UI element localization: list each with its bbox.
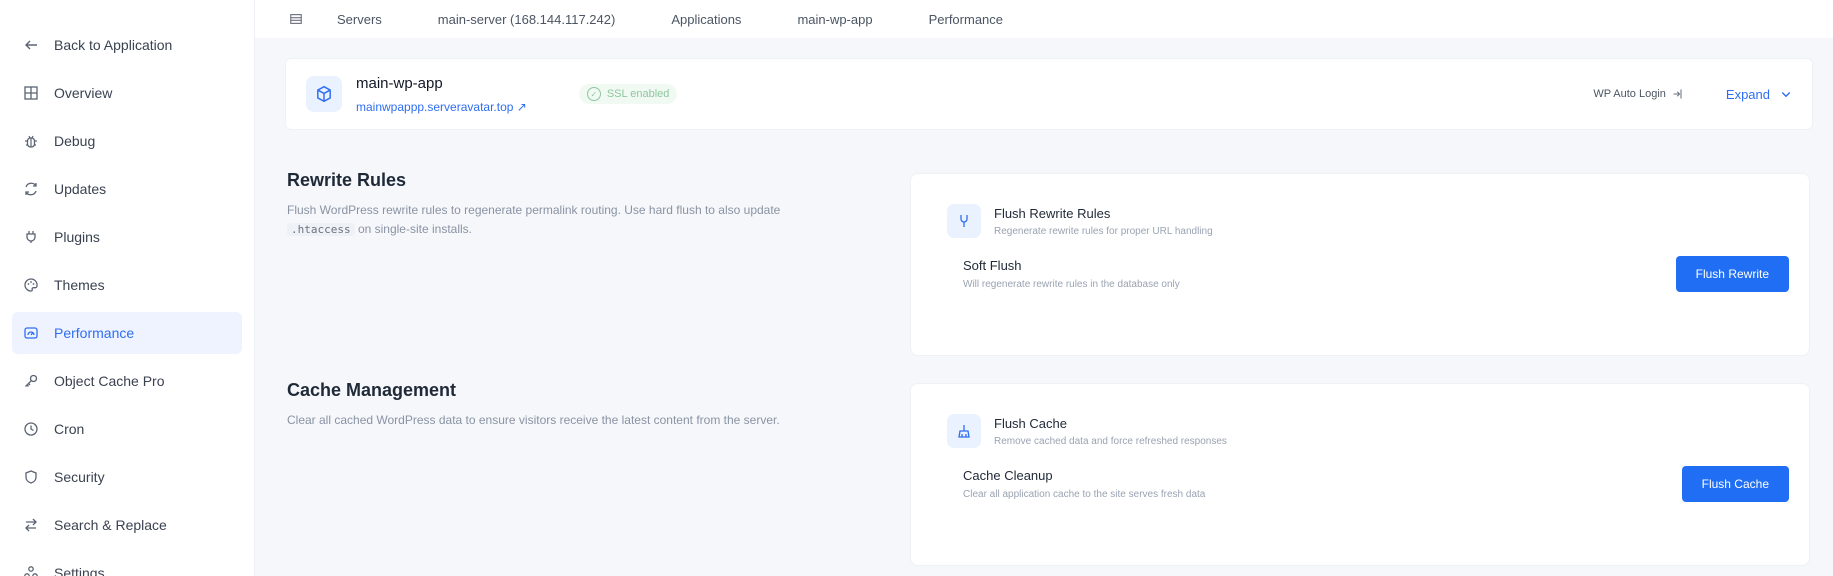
autologin-label: WP Auto Login	[1593, 88, 1666, 100]
arrow-left-icon	[22, 36, 40, 54]
flush-rewrite-button[interactable]: Flush Rewrite	[1675, 256, 1789, 292]
card-header: Flush Rewrite Rules Regenerate rewrite r…	[911, 174, 1809, 238]
application-header: main-wp-app mainwpappp.serveravatar.top …	[285, 58, 1813, 130]
row-info: Soft Flush Will regenerate rewrite rules…	[963, 258, 1180, 290]
shield-icon	[22, 468, 40, 486]
section-description: Clear all cached WordPress data to ensur…	[287, 413, 780, 427]
settings-icon	[22, 564, 40, 576]
wp-auto-login-button[interactable]: WP Auto Login	[1593, 88, 1684, 100]
section-description: Flush WordPress rewrite rules to regener…	[287, 201, 847, 239]
row-title: Cache Cleanup	[963, 468, 1053, 483]
sidebar-item-label: Debug	[54, 133, 96, 149]
sidebar-item-plugins[interactable]: Plugins	[12, 216, 242, 258]
card-heading: Flush Rewrite Rules Regenerate rewrite r…	[994, 206, 1213, 237]
header-actions: WP Auto Login Expand	[1593, 87, 1792, 102]
sidebar-item-label: Settings	[54, 565, 105, 576]
card-header: Flush Cache Remove cached data and force…	[911, 384, 1809, 448]
app-url-link[interactable]: mainwpappp.serveravatar.top ↗	[356, 100, 527, 114]
desc-text: on single-site installs.	[354, 222, 472, 236]
sidebar-item-label: Plugins	[54, 229, 100, 245]
section-title: Rewrite Rules	[287, 170, 407, 190]
sidebar-item-settings[interactable]: Settings	[12, 552, 242, 576]
list-icon[interactable]	[289, 12, 303, 26]
sidebar-item-object-cache-pro[interactable]: Object Cache Pro	[12, 360, 242, 402]
sidebar-item-debug[interactable]: Debug	[12, 120, 242, 162]
sidebar-item-label: Overview	[54, 85, 113, 101]
breadcrumb-app[interactable]: main-wp-app	[797, 12, 872, 27]
back-to-application-link[interactable]: Back to Application	[12, 24, 242, 66]
branch-icon	[947, 204, 981, 238]
cube-icon	[306, 76, 342, 112]
breadcrumb-performance: Performance	[928, 11, 1004, 27]
card-subtitle: Regenerate rewrite rules for proper URL …	[994, 225, 1213, 237]
bug-icon	[22, 132, 40, 150]
sidebar-item-updates[interactable]: Updates	[12, 168, 242, 210]
sidebar-item-cron[interactable]: Cron	[12, 408, 242, 450]
chevron-down-icon	[1780, 88, 1792, 100]
sidebar: Back to Application Overview Debug Updat…	[0, 0, 255, 576]
soft-flush-row: Soft Flush Will regenerate rewrite rules…	[911, 238, 1809, 292]
flush-rewrite-card: Flush Rewrite Rules Regenerate rewrite r…	[910, 173, 1810, 356]
plugin-icon	[22, 228, 40, 246]
login-icon	[1672, 88, 1684, 100]
check-circle-icon: ✓	[586, 87, 601, 101]
app-info: main-wp-app mainwpappp.serveravatar.top …	[356, 75, 527, 114]
breadcrumb-servers[interactable]: Servers	[337, 12, 382, 27]
card-title: Flush Rewrite Rules	[994, 205, 1111, 221]
card-title: Flush Cache	[994, 415, 1067, 431]
flush-cache-button[interactable]: Flush Cache	[1681, 466, 1789, 502]
row-subtitle: Will regenerate rewrite rules in the dat…	[963, 279, 1180, 290]
sidebar-item-label: Search & Replace	[54, 517, 167, 533]
card-subtitle: Remove cached data and force refreshed r…	[994, 435, 1227, 447]
breadcrumb-applications[interactable]: Applications	[671, 12, 741, 27]
gauge-icon	[22, 324, 40, 342]
back-label: Back to Application	[54, 37, 173, 53]
app-root: Back to Application Overview Debug Updat…	[0, 0, 1833, 576]
breadcrumb-server[interactable]: main-server (168.144.117.242)	[438, 12, 616, 27]
card-heading: Flush Cache Remove cached data and force…	[994, 416, 1227, 447]
ssl-status-badge: ✓ SSL enabled	[578, 84, 678, 104]
flush-cache-card: Flush Cache Remove cached data and force…	[910, 383, 1810, 566]
row-subtitle: Clear all application cache to the site …	[963, 489, 1206, 500]
sidebar-item-label: Cron	[54, 421, 85, 437]
main-content: Servers main-server (168.144.117.242) Ap…	[255, 0, 1833, 576]
expand-label: Expand	[1725, 86, 1770, 102]
swap-icon	[22, 516, 40, 534]
sidebar-item-label: Object Cache Pro	[54, 373, 165, 389]
cache-cleanup-row: Cache Cleanup Clear all application cach…	[911, 448, 1809, 502]
expand-button[interactable]: Expand	[1726, 87, 1792, 102]
key-icon	[22, 372, 40, 390]
broom-icon	[947, 414, 981, 448]
desc-text: Flush WordPress rewrite rules to regener…	[287, 203, 781, 217]
ssl-label: SSL enabled	[606, 88, 670, 100]
sidebar-item-label: Security	[54, 469, 105, 485]
sidebar-item-label: Performance	[54, 325, 135, 341]
breadcrumb: Servers main-server (168.144.117.242) Ap…	[255, 0, 1833, 38]
sidebar-item-label: Updates	[54, 181, 107, 197]
refresh-icon	[22, 180, 40, 198]
htaccess-code: .htaccess	[287, 223, 355, 236]
clock-icon	[22, 420, 40, 438]
row-title: Soft Flush	[963, 258, 1022, 273]
sidebar-item-themes[interactable]: Themes	[12, 264, 242, 306]
rewrite-rules-section: Rewrite Rules Flush WordPress rewrite ru…	[287, 170, 847, 239]
sidebar-item-overview[interactable]: Overview	[12, 72, 242, 114]
app-name: main-wp-app	[356, 74, 443, 92]
row-info: Cache Cleanup Clear all application cach…	[963, 468, 1205, 500]
section-title: Cache Management	[287, 380, 457, 400]
sidebar-item-label: Themes	[54, 277, 105, 293]
sidebar-item-performance[interactable]: Performance	[12, 312, 242, 354]
cache-management-section: Cache Management Clear all cached WordPr…	[287, 380, 847, 430]
grid-icon	[22, 84, 40, 102]
sidebar-item-search-replace[interactable]: Search & Replace	[12, 504, 242, 546]
sidebar-item-security[interactable]: Security	[12, 456, 242, 498]
palette-icon	[22, 276, 40, 294]
